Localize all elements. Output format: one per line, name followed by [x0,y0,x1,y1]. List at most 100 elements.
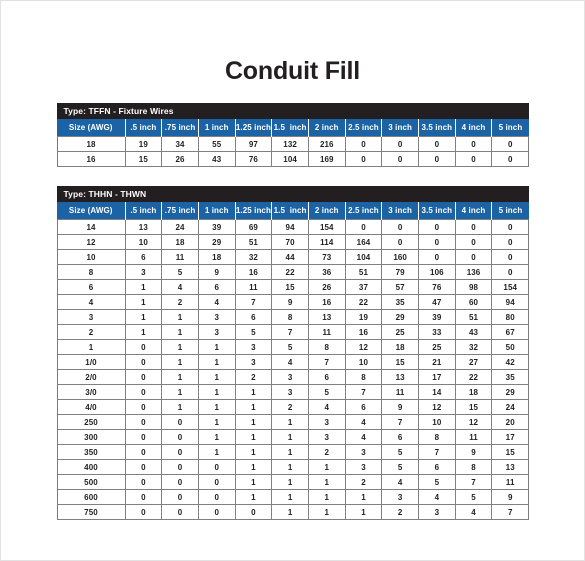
cell-conduit-count: 0 [124,474,163,490]
table-row: 2 1 1 3 5 7 11 16 25 33 43 67 [56,324,530,340]
cell-conduit-count: 1 [197,384,236,400]
table-band-label-thhn: Type: THHN - THWN [56,186,529,202]
cell-conduit-count: 98 [454,279,493,295]
cell-conduit-count: 0 [491,234,530,250]
cell-conduit-count: 11 [161,249,199,265]
cell-conduit-count: 15 [454,399,493,415]
table-header-row: Size (AWG) .5 inch .75 inch 1 inch 1.25 … [57,119,529,137]
cell-conduit-count: 4 [344,414,383,430]
cell-conduit-count: 1 [234,414,273,430]
column-header-2-5-inch: 2.5 inch [344,119,383,137]
cell-conduit-count: 0 [418,219,456,235]
table-row: 18 19 34 55 97 132 216 0 0 0 0 0 [56,136,530,152]
conduit-fill-table-thhn: Type: THHN - THWN Size (AWG) .5 inch .75… [56,186,530,520]
cell-wire-size: 10 [56,249,126,265]
cell-wire-size: 600 [56,489,126,505]
cell-conduit-count: 34 [161,136,199,152]
cell-conduit-count: 55 [197,136,236,152]
cell-wire-size: 2 [56,324,126,340]
cell-conduit-count: 14 [418,384,456,400]
column-header-0-75-inch: .75 inch [161,119,199,137]
table-row: 600 0 0 0 1 1 1 1 3 4 5 9 [56,489,530,505]
cell-conduit-count: 114 [307,234,346,250]
cell-conduit-count: 17 [418,369,456,385]
cell-conduit-count: 5 [454,489,493,505]
table-row: 12 10 18 29 51 70 114 164 0 0 0 0 [56,234,530,250]
cell-conduit-count: 1 [307,459,346,475]
cell-wire-size: 400 [56,459,126,475]
cell-conduit-count: 20 [491,414,530,430]
cell-conduit-count: 51 [344,264,383,280]
cell-conduit-count: 1 [197,429,236,445]
cell-conduit-count: 1 [234,429,273,445]
cell-conduit-count: 29 [197,234,236,250]
cell-conduit-count: 16 [234,264,273,280]
cell-wire-size: 2/0 [56,369,126,385]
cell-conduit-count: 1 [197,414,236,430]
cell-conduit-count: 0 [161,489,199,505]
cell-conduit-count: 0 [124,369,163,385]
cell-conduit-count: 1 [161,309,199,325]
cell-conduit-count: 4 [344,429,383,445]
cell-conduit-count: 1 [344,504,383,520]
cell-conduit-count: 8 [418,429,456,445]
cell-conduit-count: 136 [454,264,493,280]
cell-conduit-count: 7 [381,414,419,430]
cell-conduit-count: 36 [307,264,346,280]
conduit-fill-table-tffn: Type: TFFN - Fixture Wires Size (AWG) .5… [56,103,530,167]
table-band-label-tffn: Type: TFFN - Fixture Wires [56,103,529,119]
cell-conduit-count: 27 [454,354,493,370]
column-header-0-5-inch: .5 inch [124,119,163,137]
cell-conduit-count: 4 [418,489,456,505]
cell-conduit-count: 1 [197,444,236,460]
cell-conduit-count: 0 [161,429,199,445]
column-header-5-inch: 5 inch [491,202,529,220]
cell-conduit-count: 1 [124,279,163,295]
cell-conduit-count: 0 [124,459,163,475]
cell-conduit-count: 13 [381,369,419,385]
cell-conduit-count: 0 [418,151,456,167]
cell-conduit-count: 0 [124,354,163,370]
cell-conduit-count: 7 [491,504,530,520]
cell-wire-size: 3 [56,309,126,325]
table-row: 10 6 11 18 32 44 73 104 160 0 0 0 [56,249,530,265]
cell-conduit-count: 5 [161,264,199,280]
cell-conduit-count: 17 [491,429,530,445]
cell-conduit-count: 4 [454,504,493,520]
cell-conduit-count: 0 [161,444,199,460]
cell-conduit-count: 0 [124,399,163,415]
column-header-1-25-inch: 1.25 inch [234,119,273,137]
cell-conduit-count: 18 [161,234,199,250]
cell-conduit-count: 22 [454,369,493,385]
cell-conduit-count: 0 [344,136,383,152]
column-header-2-inch: 2 inch [307,119,346,137]
cell-conduit-count: 44 [271,249,309,265]
cell-conduit-count: 1 [271,459,309,475]
cell-conduit-count: 15 [381,354,419,370]
cell-conduit-count: 4 [381,474,419,490]
cell-conduit-count: 9 [454,444,493,460]
cell-conduit-count: 7 [234,294,273,310]
cell-conduit-count: 1 [307,474,346,490]
cell-conduit-count: 6 [234,309,273,325]
cell-conduit-count: 16 [344,324,383,340]
cell-conduit-count: 37 [344,279,383,295]
cell-wire-size: 350 [56,444,126,460]
column-header-0-5-inch: .5 inch [124,202,163,220]
cell-conduit-count: 76 [234,151,273,167]
cell-conduit-count: 6 [418,459,456,475]
cell-conduit-count: 7 [418,444,456,460]
table-row: 1/0 0 1 1 3 4 7 10 15 21 27 42 [56,354,530,370]
cell-wire-size: 14 [56,219,126,235]
page-title: Conduit Fill [224,57,361,85]
cell-conduit-count: 1 [197,399,236,415]
table-row: 350 0 0 1 1 1 2 3 5 7 9 15 [56,444,530,460]
cell-conduit-count: 26 [161,151,199,167]
cell-conduit-count: 1 [307,504,346,520]
cell-conduit-count: 216 [307,136,346,152]
cell-conduit-count: 9 [197,264,236,280]
cell-conduit-count: 1 [234,444,273,460]
table-header-row: Size (AWG) .5 inch .75 inch 1 inch 1.25 … [57,202,529,220]
cell-conduit-count: 3 [271,384,309,400]
cell-conduit-count: 9 [271,294,309,310]
